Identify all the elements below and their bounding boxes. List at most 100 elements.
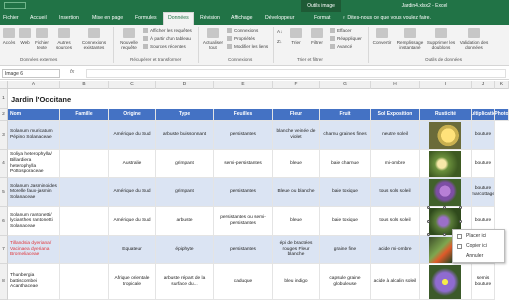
header-sol-exposition[interactable]: Sol Exposition <box>371 109 420 121</box>
resize-handle[interactable] <box>427 206 430 209</box>
column-header-a[interactable]: A <box>8 81 60 89</box>
column-header-k[interactable]: K <box>495 81 509 89</box>
cell-fruit[interactable]: baie toxique <box>320 207 371 236</box>
tab-affichage[interactable]: Affichage <box>231 12 253 25</box>
formula-input[interactable] <box>86 69 506 78</box>
menu-item-annuler[interactable]: Annuler <box>453 252 506 261</box>
header-type[interactable]: Type <box>156 109 214 121</box>
cell-origine[interactable]: Amérique du Sud <box>109 207 156 236</box>
cell-origine[interactable]: Amérique du Sud <box>109 178 156 207</box>
resize-handle[interactable] <box>459 206 462 209</box>
cell-feuilles[interactable]: persistantes ou semi-persistantes <box>214 207 273 236</box>
cell-fruit[interactable]: capsule graine globuleuse <box>320 264 371 300</box>
tab-revision[interactable]: Révision <box>200 12 220 25</box>
resize-handle[interactable] <box>427 220 430 223</box>
cell-nom[interactable]: Solanum rantonetti/ lycianthes rantonett… <box>8 207 60 236</box>
menu-item-copier-ici[interactable]: Copier ici <box>453 242 506 251</box>
cell-sol-exposition[interactable]: tous sols soleil <box>371 207 420 236</box>
fx-icon[interactable]: fx <box>70 69 74 75</box>
cell-multiplication[interactable]: bouture <box>472 150 495 178</box>
sort-button[interactable]: Trier <box>287 28 305 45</box>
tab-developpeur[interactable]: Développeur <box>265 12 294 25</box>
column-header-f[interactable]: F <box>273 81 320 89</box>
advanced-button[interactable]: Avancé <box>330 44 352 50</box>
access-button[interactable]: Accès <box>1 28 17 45</box>
row-header[interactable]: 1 <box>0 89 8 109</box>
header-photo[interactable]: Photo <box>495 109 509 121</box>
cell-feuilles[interactable]: persistantes <box>214 121 273 150</box>
column-header-c[interactable]: C <box>109 81 156 89</box>
cell-fruit[interactable]: graine fine <box>320 236 371 264</box>
cell-fleur[interactable]: bleu indigo <box>273 264 320 300</box>
tab-formules[interactable]: Formules <box>135 12 157 25</box>
header-famille[interactable]: Famille <box>60 109 109 121</box>
cell-nom[interactable]: Soliya heterophylla/ Billardiera heterop… <box>8 150 60 178</box>
sort-za-button[interactable]: Z↓ <box>277 39 282 44</box>
cell-famille[interactable] <box>60 236 109 264</box>
cell-fruit[interactable]: charnu graines fines <box>320 121 371 150</box>
cell-fruit[interactable]: baie charnue <box>320 150 371 178</box>
filter-button[interactable]: Filtrer <box>308 28 326 45</box>
header-multiplication[interactable]: Multiplication <box>472 109 495 121</box>
cell-famille[interactable] <box>60 207 109 236</box>
row-header[interactable]: 2 <box>0 109 8 121</box>
menu-item-placer-ici[interactable]: Placer ici <box>453 232 506 241</box>
cell-nom[interactable]: Thunbergia battiscombei Acanthaceae <box>8 264 60 300</box>
tab-accueil[interactable]: Accueil <box>30 12 47 25</box>
from-table-button[interactable]: À partir d'un tableau <box>143 36 191 42</box>
photo-thunbergia[interactable] <box>429 265 461 299</box>
cell-fruit[interactable]: baie toxique <box>320 178 371 207</box>
column-header-g[interactable]: G <box>320 81 371 89</box>
photo-solanum-muricatum[interactable] <box>429 122 461 149</box>
cell-fleur[interactable]: blanche veinée de violet <box>273 121 320 150</box>
cell-type[interactable]: arbuste répart de la surface du... <box>156 264 214 300</box>
show-queries-button[interactable]: Afficher les requêtes <box>143 28 192 34</box>
connections-button[interactable]: Connexions <box>227 28 258 34</box>
cell-famille[interactable] <box>60 150 109 178</box>
cell-sol-exposition[interactable]: mi-ombre <box>371 150 420 178</box>
remove-duplicates-button[interactable]: Supprimer les doublons <box>426 28 456 50</box>
existing-connections-button[interactable]: Connexions existantes <box>78 28 110 50</box>
cell-fleur[interactable]: bleue <box>273 150 320 178</box>
cell-fleur[interactable]: épi de bractées rouges Fleur blanche <box>273 236 320 264</box>
tab-mise-en-page[interactable]: Mise en page <box>92 12 123 25</box>
photo-solanum-jasminoides[interactable] <box>429 179 461 206</box>
web-button[interactable]: Web <box>18 28 32 45</box>
refresh-all-button[interactable]: Actualiser tout <box>201 28 225 50</box>
cell-famille[interactable] <box>60 121 109 150</box>
cell-type[interactable]: arbuste <box>156 207 214 236</box>
header-nom[interactable]: Nom <box>8 109 60 121</box>
new-query-button[interactable]: Nouvelle requête <box>116 28 142 50</box>
cell-origine[interactable]: Amérique du Sud <box>109 121 156 150</box>
row-header[interactable]: 3 <box>0 121 8 150</box>
cell-type[interactable]: épiphyte <box>156 236 214 264</box>
cell-feuilles[interactable]: caduque <box>214 264 273 300</box>
header-feuilles[interactable]: Feuilles <box>214 109 273 121</box>
cell-origine[interactable]: Afrique orientale tropicale <box>109 264 156 300</box>
cell-feuilles[interactable]: persistantes <box>214 178 273 207</box>
row-header[interactable]: 7 <box>0 236 8 264</box>
resize-handle[interactable] <box>443 233 446 236</box>
column-header-d[interactable]: D <box>156 81 214 89</box>
cell-sol-exposition[interactable]: neutre soleil <box>371 121 420 150</box>
header-origine[interactable]: Origine <box>109 109 156 121</box>
reapply-button[interactable]: Réappliquer <box>330 36 362 42</box>
cell-feuilles[interactable]: semi-persistantes <box>214 150 273 178</box>
recent-sources-button[interactable]: Sources récentes <box>143 44 186 50</box>
column-header-j[interactable]: J <box>472 81 495 89</box>
cell-multiplication[interactable]: semis bouture <box>472 264 495 300</box>
cell-multiplication[interactable]: bouture marcottage <box>472 178 495 207</box>
text-file-button[interactable]: Fichier texte <box>33 28 51 50</box>
properties-button[interactable]: Propriétés <box>227 36 255 42</box>
resize-handle[interactable] <box>427 233 430 236</box>
select-all-corner[interactable] <box>0 81 8 89</box>
cell-fleur[interactable]: bleue <box>273 207 320 236</box>
tab-fichier[interactable]: Fichier <box>3 12 19 25</box>
row-header[interactable]: 8 <box>0 264 8 300</box>
sort-az-button[interactable]: A↓ <box>277 29 282 34</box>
cell-famille[interactable] <box>60 264 109 300</box>
header-fleur[interactable]: Fleur <box>273 109 320 121</box>
row-header[interactable]: 5 <box>0 178 8 207</box>
tab-insertion[interactable]: Insertion <box>59 12 79 25</box>
tab-donnees[interactable]: Données <box>163 12 194 25</box>
